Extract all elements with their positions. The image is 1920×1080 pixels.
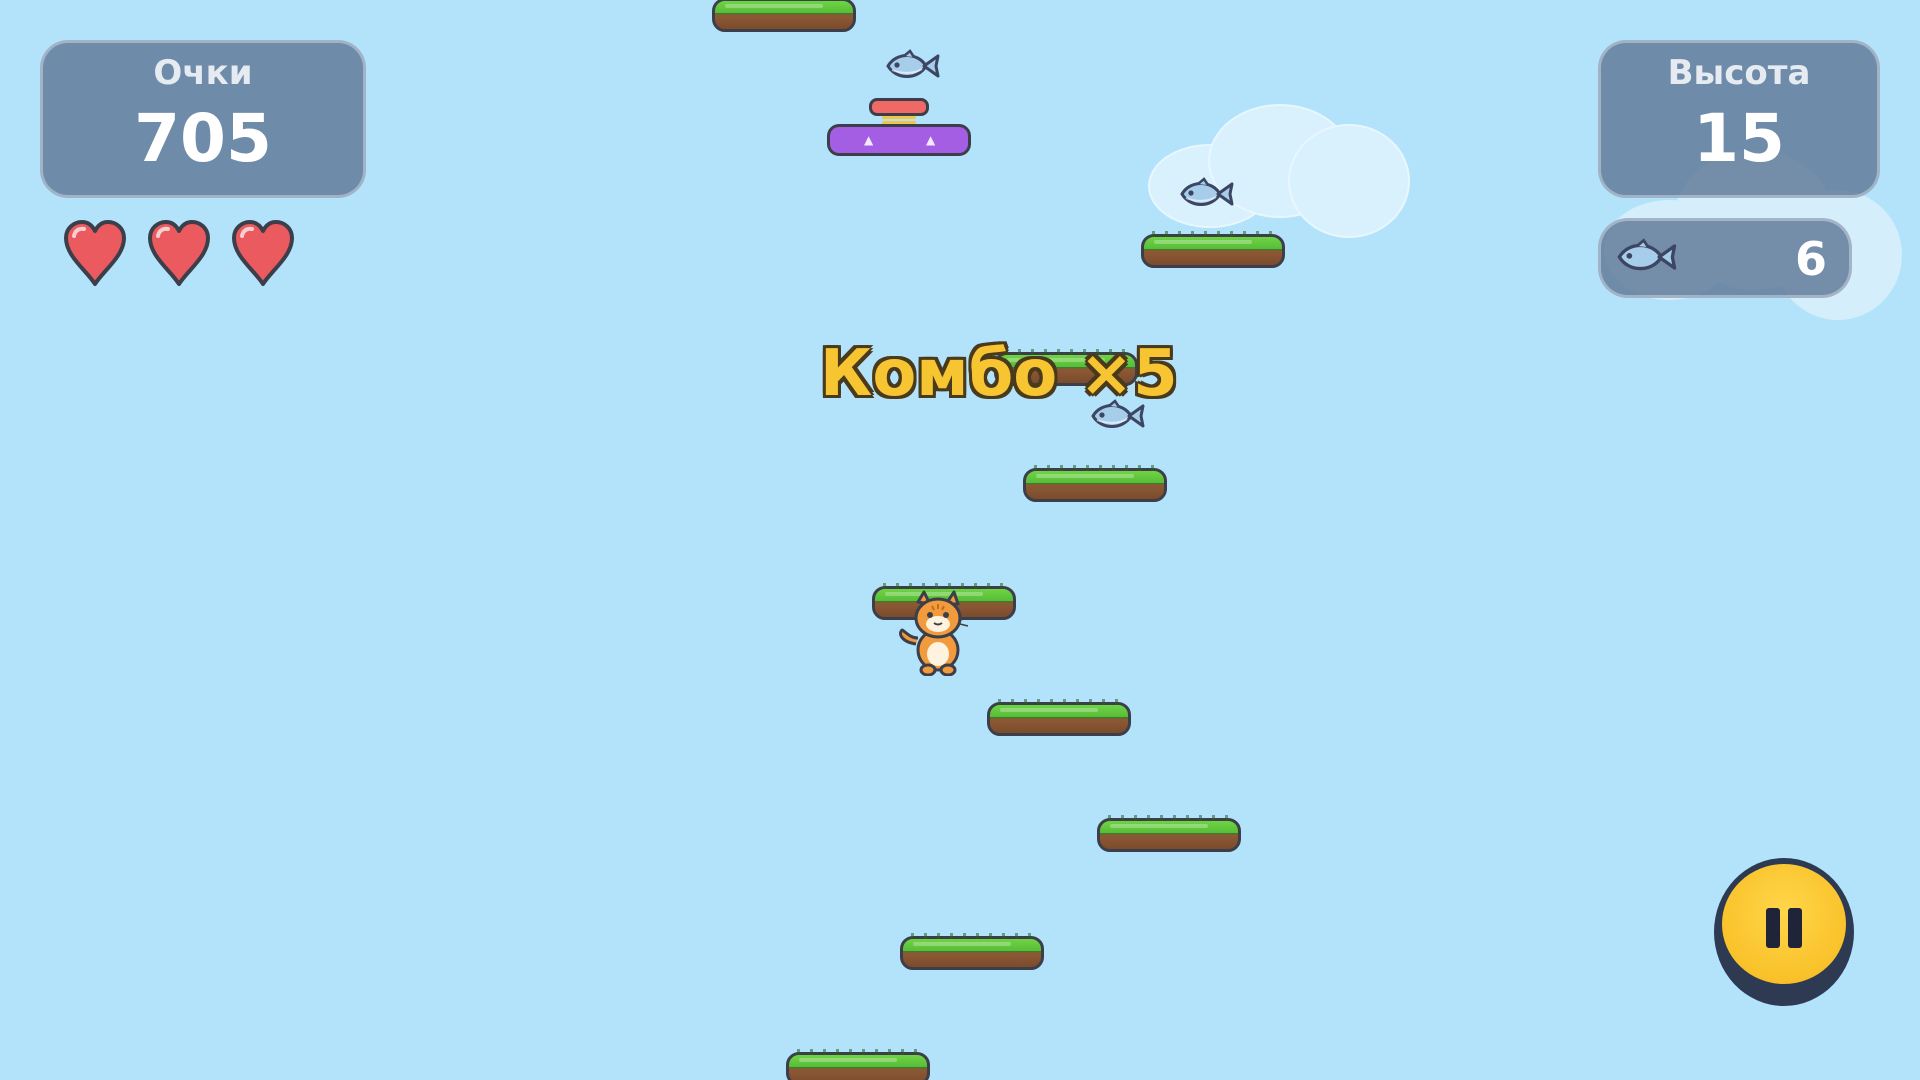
height-value: 15	[1693, 100, 1785, 177]
score-label: Очки	[153, 53, 253, 93]
pause-button[interactable]	[1714, 858, 1854, 1006]
pause-icon	[1788, 908, 1802, 948]
heart-icon	[64, 220, 126, 286]
fish-count: 6	[1794, 232, 1827, 286]
platform	[1023, 468, 1167, 502]
cat-character	[899, 590, 969, 676]
fish-icon	[1180, 177, 1234, 206]
heart-icon	[232, 220, 294, 286]
fish-counter: 6	[1598, 218, 1852, 298]
spring-pad	[869, 98, 929, 116]
spring-platform: ▲ ▲	[827, 124, 971, 156]
pause-icon	[1766, 908, 1780, 948]
game-scene: ▲ ▲ Комбо ×5 Очки 705 Высота 15 6	[0, 0, 1920, 1080]
spring-coil	[881, 116, 917, 128]
height-label: Высота	[1667, 53, 1811, 93]
arrow-up-icon: ▲	[926, 133, 936, 147]
combo-text: Комбо ×5	[820, 337, 1178, 411]
platform	[786, 1052, 930, 1080]
arrow-up-icon: ▲	[864, 133, 874, 147]
pause-button-face[interactable]	[1718, 860, 1850, 988]
fish-icon	[886, 49, 940, 78]
platform	[712, 0, 856, 32]
platform	[1141, 234, 1285, 268]
cloud	[1148, 104, 1410, 244]
fish-icon	[1617, 238, 1677, 271]
platform	[987, 702, 1131, 736]
platform	[1097, 818, 1241, 852]
score-value: 705	[134, 100, 272, 177]
platform	[900, 936, 1044, 970]
height-panel: Высота 15	[1598, 40, 1880, 198]
heart-icon	[148, 220, 210, 286]
score-panel: Очки 705	[40, 40, 366, 198]
